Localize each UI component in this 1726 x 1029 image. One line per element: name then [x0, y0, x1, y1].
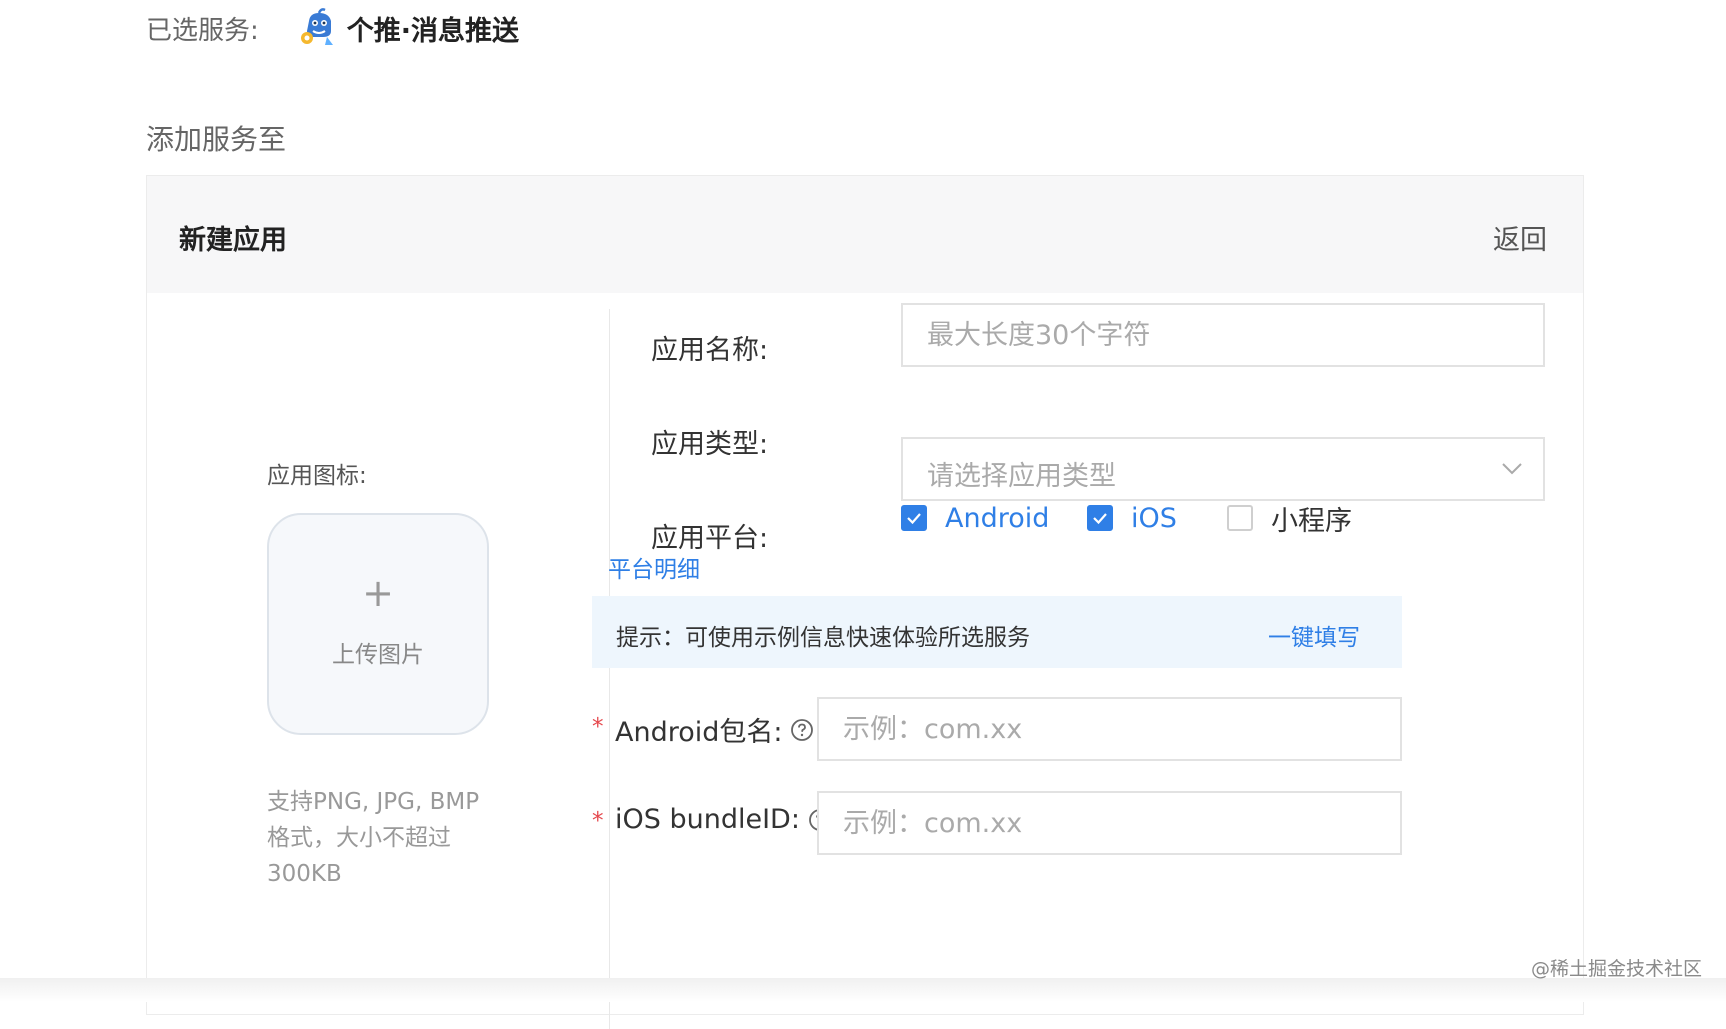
platform-miniprogram-checkbox[interactable]: 小程序 — [1227, 498, 1352, 538]
card-title: 新建应用 — [179, 225, 287, 256]
checkbox-checked-icon — [1087, 505, 1113, 531]
plus-icon: + — [362, 571, 394, 615]
column-divider — [609, 309, 610, 1029]
upload-image-button[interactable]: + 上传图片 — [267, 513, 489, 735]
app-icon-label: 应用图标: — [267, 463, 367, 489]
add-to-title: 添加服务至 — [146, 123, 287, 156]
help-icon[interactable] — [790, 718, 814, 742]
card-header: 新建应用 返回 — [147, 176, 1583, 293]
required-mark: * — [592, 714, 604, 740]
platform-miniprogram-label: 小程序 — [1271, 505, 1352, 537]
android-package-input[interactable] — [817, 697, 1402, 761]
one-click-fill-button[interactable]: 一键填写 — [1268, 618, 1360, 652]
ios-bundle-label: iOS bundleID: — [615, 804, 832, 835]
watermark: @稀土掘金技术社区 — [1530, 958, 1702, 980]
app-name-label: 应用名称: — [651, 335, 769, 366]
tip-bar: 提示：可使用示例信息快速体验所选服务 一键填写 — [592, 596, 1402, 668]
platform-android-checkbox[interactable]: Android — [901, 498, 1049, 538]
tip-text: 提示：可使用示例信息快速体验所选服务 — [616, 625, 1030, 651]
upload-hint-line: 300KB — [267, 861, 342, 887]
checkbox-checked-icon — [901, 505, 927, 531]
chevron-down-icon — [1502, 463, 1522, 475]
back-button[interactable]: 返回 — [1493, 218, 1547, 257]
upload-hint-line: 支持PNG, JPG, BMP — [267, 789, 480, 815]
ios-bundle-input[interactable] — [817, 791, 1402, 855]
checkbox-unchecked-icon — [1227, 505, 1253, 531]
android-package-label-text: Android包名: — [615, 717, 783, 748]
app-type-select[interactable]: 请选择应用类型 — [901, 437, 1545, 501]
new-app-card: 新建应用 返回 应用图标: + 上传图片 支持PNG, JPG, BMP 格式，… — [146, 175, 1584, 1029]
upload-hint: 支持PNG, JPG, BMP 格式，大小不超过 300KB — [267, 784, 507, 892]
getui-logo-icon — [300, 8, 333, 45]
platform-ios-label: iOS — [1131, 502, 1177, 534]
platform-detail-link[interactable]: 平台明细 — [608, 550, 700, 584]
ios-bundle-label-text: iOS bundleID: — [615, 804, 800, 835]
platform-ios-checkbox[interactable]: iOS — [1087, 498, 1177, 538]
selected-service-row: 已选服务: 个推·消息推送 — [146, 8, 519, 48]
required-mark: * — [592, 808, 604, 834]
platform-android-label: Android — [945, 502, 1050, 534]
upload-hint-line: 格式，大小不超过 — [267, 825, 451, 851]
service-name: 个推·消息推送 — [346, 15, 520, 47]
app-type-placeholder: 请选择应用类型 — [927, 461, 1116, 492]
android-package-label: Android包名: — [615, 710, 814, 749]
selected-service-label: 已选服务: — [146, 15, 259, 46]
app-name-input[interactable] — [901, 303, 1545, 367]
app-type-label: 应用类型: — [651, 429, 769, 460]
upload-image-label: 上传图片 — [332, 642, 424, 668]
bottom-shadow — [0, 978, 1726, 1002]
